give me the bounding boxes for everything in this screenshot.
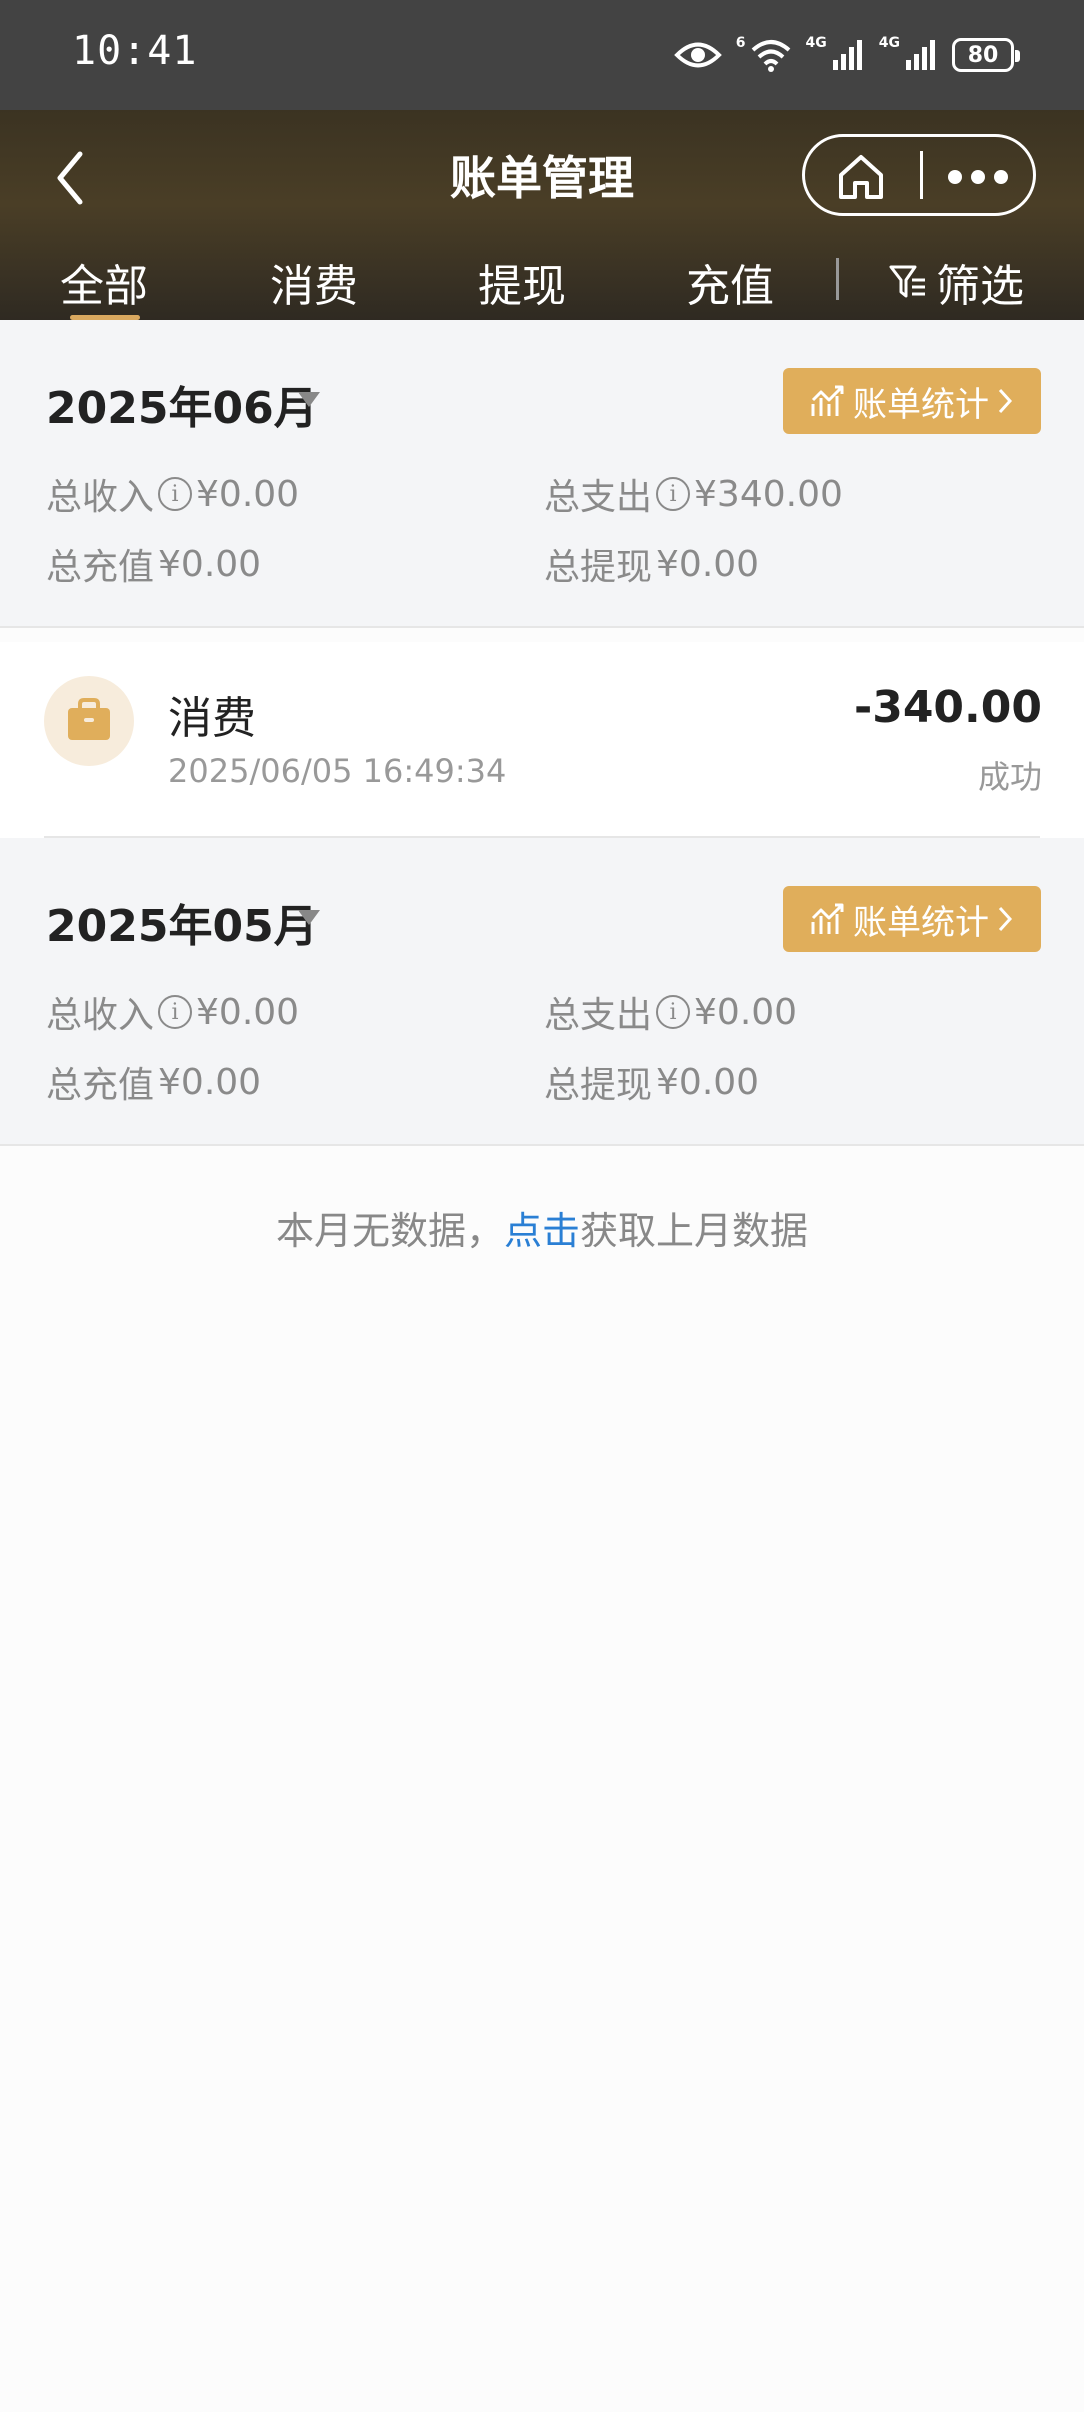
month-section: 2025年06月 账单统计 总收入 i ¥0.00 总支出 i ¥340.00 … [0, 320, 1084, 628]
total-recharge: 总充值 ¥0.00 [46, 1056, 261, 1108]
network-type-1: 4G [805, 35, 827, 51]
caret-down-icon[interactable] [298, 910, 320, 925]
home-button[interactable] [833, 149, 893, 205]
status-bar: 10:41 6 4G 4G 80 [0, 0, 1084, 110]
chevron-right-icon [998, 388, 1013, 414]
signal-icon-1 [832, 40, 862, 70]
month-title[interactable]: 2025年06月 [46, 372, 318, 436]
tab-recharge[interactable]: 充值 [686, 250, 774, 314]
total-recharge-value: ¥0.00 [158, 543, 262, 585]
total-recharge: 总充值 ¥0.00 [46, 538, 261, 590]
transaction-time: 2025/06/05 16:49:34 [168, 752, 507, 790]
total-withdraw-label: 总提现 [544, 1065, 653, 1106]
miniapp-capsule [802, 134, 1036, 216]
total-expense-label: 总支出 [544, 477, 653, 518]
battery-icon: 80 [952, 38, 1020, 72]
empty-suffix: 获取上月数据 [580, 1209, 809, 1253]
transaction-icon-wrap [44, 676, 134, 766]
chart-trend-icon [811, 385, 844, 416]
total-expense: 总支出 i ¥340.00 [544, 468, 843, 520]
total-expense: 总支出 i ¥0.00 [544, 986, 797, 1038]
wifi-icon [751, 40, 790, 72]
info-icon[interactable]: i [158, 995, 193, 1029]
caret-down-icon[interactable] [298, 392, 320, 407]
total-withdraw: 总提现 ¥0.00 [544, 538, 759, 590]
filter-button[interactable]: 筛选 [888, 250, 1024, 314]
info-icon[interactable]: i [656, 995, 691, 1029]
tab-withdraw[interactable]: 提现 [478, 250, 566, 314]
filter-label: 筛选 [936, 261, 1024, 312]
transaction-item[interactable]: 消费 2025/06/05 16:49:34 -340.00 成功 [0, 642, 1084, 838]
tab-separator [836, 258, 839, 300]
status-icons: 6 4G 4G 80 [673, 30, 1020, 80]
total-expense-value: ¥0.00 [694, 991, 798, 1033]
bill-stats-button[interactable]: 账单统计 [783, 886, 1041, 952]
total-recharge-label: 总充值 [46, 1065, 155, 1106]
total-income-label: 总收入 [46, 995, 155, 1036]
empty-prefix: 本月无数据， [275, 1209, 504, 1253]
capsule-divider [920, 151, 923, 199]
month-title[interactable]: 2025年05月 [46, 890, 318, 954]
total-withdraw-value: ¥0.00 [656, 1061, 760, 1103]
total-withdraw: 总提现 ¥0.00 [544, 1056, 759, 1108]
wifi-tag: 6 [735, 35, 746, 51]
bill-stats-label: 账单统计 [853, 384, 989, 425]
empty-message: 本月无数据，点击获取上月数据 [0, 1200, 1084, 1255]
load-previous-link[interactable]: 点击 [504, 1209, 580, 1253]
signal-icon-2 [906, 40, 935, 70]
app-header: 账单管理 全部 消费 提现 充值 筛选 [0, 110, 1084, 320]
bill-stats-button[interactable]: 账单统计 [783, 368, 1041, 434]
total-income-label: 总收入 [46, 477, 155, 518]
total-withdraw-label: 总提现 [544, 547, 653, 588]
status-time: 10:41 [72, 28, 198, 74]
tab-all[interactable]: 全部 [60, 250, 148, 314]
transaction-name: 消费 [168, 693, 256, 744]
more-dots-icon [948, 170, 1008, 184]
network-type-2: 4G [878, 35, 900, 51]
month-section: 2025年05月 账单统计 总收入 i ¥0.00 总支出 i ¥0.00 总充… [0, 838, 1084, 1146]
filter-icon [889, 265, 925, 298]
chevron-right-icon [998, 906, 1013, 932]
total-expense-value: ¥340.00 [694, 473, 843, 515]
total-recharge-value: ¥0.00 [158, 1061, 262, 1103]
total-recharge-label: 总充值 [46, 547, 155, 588]
eye-icon [673, 42, 722, 68]
info-icon[interactable]: i [158, 477, 193, 511]
chart-trend-icon [811, 903, 844, 934]
total-withdraw-value: ¥0.00 [656, 543, 760, 585]
info-icon[interactable]: i [656, 477, 691, 511]
total-income: 总收入 i ¥0.00 [46, 986, 299, 1038]
home-icon [839, 155, 883, 199]
bill-stats-label: 账单统计 [853, 902, 989, 943]
total-income-value: ¥0.00 [196, 991, 300, 1033]
transaction-status: 成功 [977, 758, 1042, 796]
total-income: 总收入 i ¥0.00 [46, 468, 299, 520]
transaction-amount: -340.00 [853, 682, 1042, 733]
total-expense-label: 总支出 [544, 995, 653, 1036]
tab-consume[interactable]: 消费 [270, 250, 358, 314]
bag-icon [68, 698, 110, 740]
total-income-value: ¥0.00 [196, 473, 300, 515]
more-button[interactable] [943, 151, 1013, 203]
